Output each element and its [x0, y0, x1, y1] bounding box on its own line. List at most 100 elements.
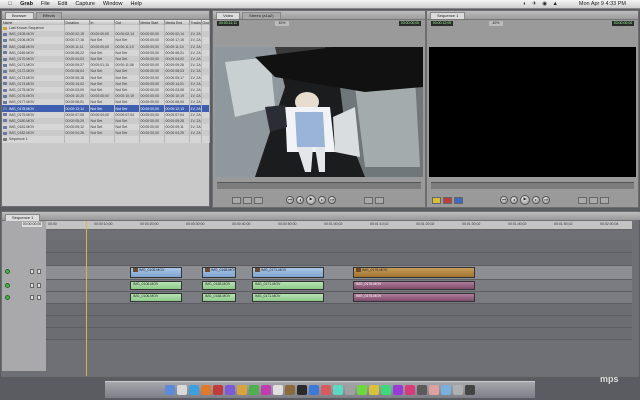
canvas-duration-timecode[interactable]: 00:00:12;09 — [431, 21, 453, 26]
viewer-duration-timecode[interactable]: 00:00:11;11 — [217, 21, 239, 26]
timeline-playhead[interactable] — [86, 221, 87, 376]
col-tracks[interactable]: Tracks — [189, 20, 202, 25]
motion-icon[interactable] — [333, 385, 343, 395]
tab-sequence-1[interactable]: Sequence 1 — [430, 12, 466, 19]
facetime-icon[interactable] — [249, 385, 259, 395]
mail-icon[interactable] — [273, 385, 283, 395]
empty-track-row[interactable] — [46, 304, 632, 316]
timeline-current-timecode[interactable]: 00:00:00;00 — [22, 222, 42, 227]
downloads-icon[interactable] — [441, 385, 451, 395]
viewer-mark-out-button[interactable] — [254, 196, 263, 204]
replace-edit-button[interactable] — [454, 196, 463, 204]
viewer-match-frame-button[interactable] — [232, 196, 241, 204]
iphoto-icon[interactable] — [237, 385, 247, 395]
track-autoselect-icon[interactable] — [37, 269, 41, 274]
viewer-play-in-out-button[interactable]: ◂ — [296, 196, 304, 204]
calendar-icon[interactable] — [213, 385, 223, 395]
track-visibility-toggle[interactable] — [5, 269, 10, 274]
canvas-mark-out-button[interactable] — [589, 196, 598, 204]
system-preferences-icon[interactable] — [309, 385, 319, 395]
finder-icon[interactable] — [165, 385, 175, 395]
viewer-marker-button[interactable] — [364, 196, 373, 204]
timeline-clip-v1[interactable]: IMG_0106.MOV — [130, 267, 182, 278]
menu-extras-icons[interactable]: ◐ ✈ ◉ ▲ — [523, 1, 560, 7]
timeline-clip-a2[interactable]: IMG_0106.MOV — [130, 293, 182, 302]
viewer-scrubber-bar[interactable] — [217, 182, 421, 189]
track-autoselect-icon[interactable] — [37, 295, 41, 300]
viewer-mark-in-button[interactable] — [243, 196, 252, 204]
activity-monitor-icon[interactable] — [417, 385, 427, 395]
timeline-clip-v1[interactable]: IMG_0176.MOV — [353, 267, 475, 278]
menu-edit[interactable]: Edit — [58, 1, 67, 7]
documents-icon[interactable] — [453, 385, 463, 395]
tab-effects[interactable]: Effects — [35, 12, 62, 19]
menu-clock[interactable]: Mon Apr 9 4:33 PM — [579, 1, 626, 7]
canvas-marker-button[interactable] — [600, 196, 609, 204]
canvas-current-timecode[interactable]: 00:00:00;00 — [612, 21, 634, 26]
timeline-clip-a2[interactable]: IMG_0176.MOV — [353, 293, 475, 302]
viewer-clip-button[interactable] — [375, 196, 384, 204]
itunes-store-icon[interactable] — [393, 385, 403, 395]
track-lock-icon[interactable] — [30, 283, 34, 288]
insert-edit-button[interactable] — [432, 196, 441, 204]
timeline-clip-a1[interactable]: IMG_0106.MOV — [130, 281, 182, 290]
col-good[interactable]: Good — [201, 20, 210, 25]
overwrite-edit-button[interactable] — [443, 196, 452, 204]
compressor-icon[interactable] — [345, 385, 355, 395]
music-icon[interactable] — [405, 385, 415, 395]
tab-browser[interactable]: Browser — [5, 12, 34, 19]
track-lock-icon[interactable] — [30, 295, 34, 300]
timeline-clip-v1[interactable]: IMG_0171.MOV — [252, 267, 324, 278]
app-store-icon[interactable] — [357, 385, 367, 395]
canvas-mark-in-button[interactable] — [578, 196, 587, 204]
track-lock-icon[interactable] — [30, 269, 34, 274]
tab-stereo[interactable]: Stereo (a1a2) — [242, 12, 281, 19]
dashboard-icon[interactable] — [177, 385, 187, 395]
safari-icon[interactable] — [189, 385, 199, 395]
empty-track-row[interactable] — [46, 328, 632, 340]
address-book-icon[interactable] — [285, 385, 295, 395]
menu-window[interactable]: Window — [103, 1, 123, 7]
timeline-clip-a1[interactable]: IMG_0176.MOV — [353, 281, 475, 290]
canvas-play-in-out-button[interactable]: ◂ — [510, 196, 518, 204]
canvas-scrubber-bar[interactable] — [431, 182, 634, 189]
final-cut-icon[interactable] — [321, 385, 331, 395]
empty-track-row[interactable] — [46, 316, 632, 328]
viewer-current-timecode[interactable]: 00:00:00;00 — [399, 21, 421, 26]
empty-track-row[interactable] — [46, 240, 632, 253]
notes-icon[interactable] — [369, 385, 379, 395]
itunes-icon[interactable] — [225, 385, 235, 395]
viewer-next-edit-button[interactable]: ⏭ — [328, 196, 336, 204]
canvas-zoom[interactable]: 40% — [489, 21, 503, 26]
canvas-play-button[interactable]: ▶ — [520, 195, 530, 205]
menu-app-name[interactable]: Grab — [20, 1, 33, 7]
empty-track-row[interactable] — [46, 253, 632, 266]
track-visibility-toggle[interactable] — [5, 283, 10, 288]
apple-menu-icon[interactable]:  — [8, 1, 12, 7]
viewer-prev-edit-button[interactable]: ⏮ — [286, 196, 294, 204]
viewer-play-around-button[interactable]: ▸ — [318, 196, 326, 204]
browser-cell-good[interactable] — [201, 136, 210, 143]
firefox-icon[interactable] — [201, 385, 211, 395]
timeline-clip-a1[interactable]: IMG_0168.MOV — [202, 281, 236, 290]
messages-icon[interactable] — [381, 385, 391, 395]
canvas-play-around-button[interactable]: ▸ — [532, 196, 540, 204]
timeline-clip-a2[interactable]: IMG_0168.MOV — [202, 293, 236, 302]
menu-file[interactable]: File — [41, 1, 50, 7]
timeline-clip-v1[interactable]: IMG_0168.MOV — [202, 267, 236, 278]
timeline-clip-a2[interactable]: IMG_0171.MOV — [252, 293, 324, 302]
menu-help[interactable]: Help — [130, 1, 141, 7]
track-visibility-toggle[interactable] — [5, 295, 10, 300]
viewer-play-button[interactable]: ▶ — [306, 195, 316, 205]
terminal-icon[interactable] — [297, 385, 307, 395]
track-autoselect-icon[interactable] — [37, 283, 41, 288]
tab-video[interactable]: Video — [216, 12, 241, 19]
preview-icon[interactable] — [429, 385, 439, 395]
timeline-clip-a1[interactable]: IMG_0171.MOV — [252, 281, 324, 290]
trash-icon[interactable] — [465, 385, 475, 395]
viewer-zoom[interactable]: 40% — [275, 21, 289, 26]
menu-capture[interactable]: Capture — [75, 1, 95, 7]
browser-sequence-row[interactable]: Sequence 1 — [2, 136, 210, 143]
timeline-tab-sequence-1[interactable]: Sequence 1 — [5, 214, 41, 221]
canvas-next-edit-button[interactable]: ⏭ — [542, 196, 550, 204]
